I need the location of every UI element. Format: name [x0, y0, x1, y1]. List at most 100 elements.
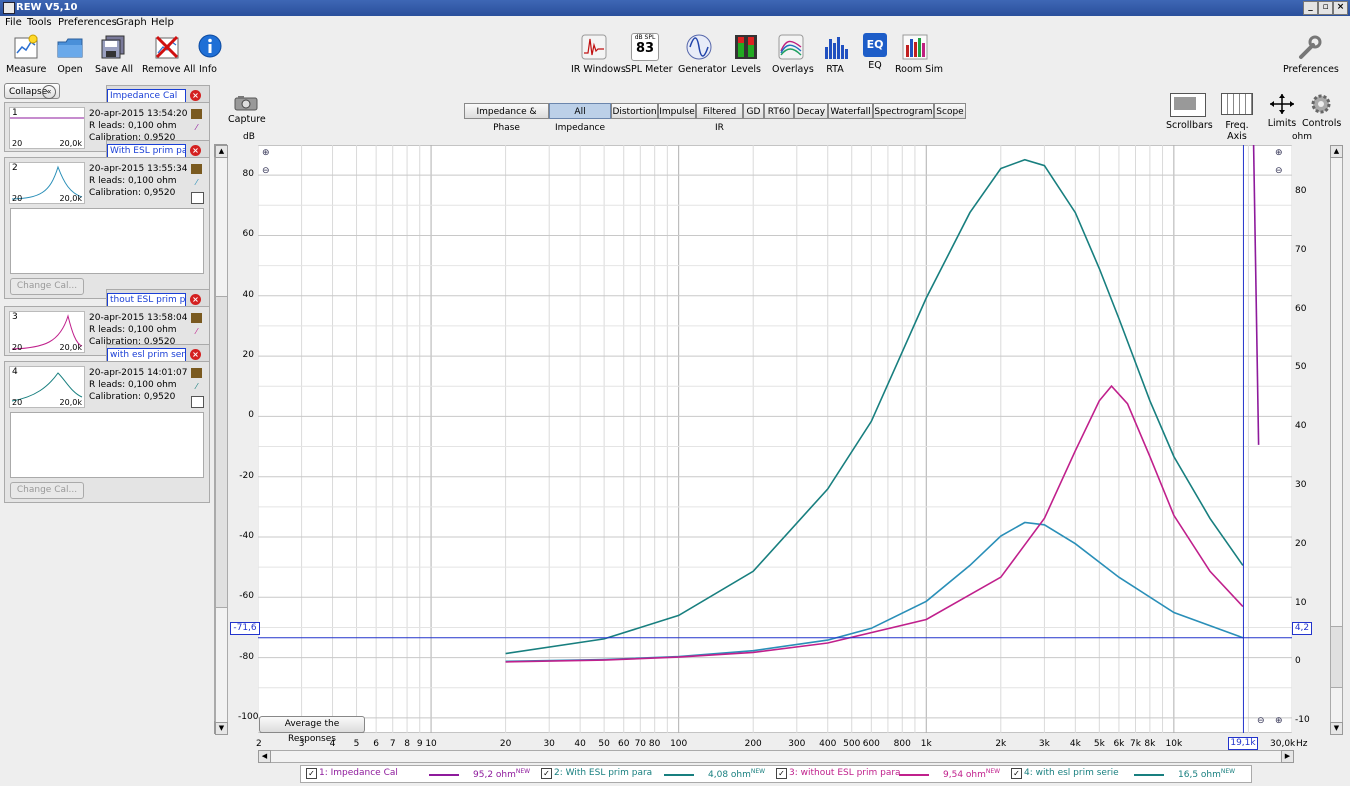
info-button[interactable]: Info [196, 33, 222, 75]
color-icon[interactable]: ⁄ [191, 123, 202, 133]
collapse-button[interactable]: Collapse « [4, 83, 60, 99]
y-tick-label: 20 [242, 350, 254, 361]
x-tick-label: 8k [1144, 739, 1156, 749]
controls-button[interactable]: Controls [1302, 93, 1341, 129]
delete-icon[interactable]: × [190, 90, 201, 101]
zoom-out-icon[interactable]: ⊖ [1257, 716, 1265, 726]
legend-checkbox-4[interactable]: ✓ [1011, 768, 1022, 779]
x-tick-label: 2 [256, 739, 262, 749]
rta-button[interactable]: RTA [822, 33, 848, 75]
legend-checkbox-3[interactable]: ✓ [776, 768, 787, 779]
tab-decay[interactable]: Decay [794, 103, 828, 119]
color-icon[interactable]: ⁄ [191, 382, 202, 392]
zoom-in-icon[interactable]: ⊕ [262, 148, 270, 158]
measurement-item[interactable]: 2 20 20,0k 20-apr-2015 13:55:34 R leads:… [4, 157, 210, 299]
scroll-right-arrow[interactable]: ▶ [1281, 750, 1294, 763]
close-button[interactable]: × [1333, 1, 1348, 15]
menu-file[interactable]: File [5, 17, 22, 28]
tab-rt60[interactable]: RT60 [764, 103, 794, 119]
measurement-item[interactable]: 4 20 20,0k 20-apr-2015 14:01:07 R leads:… [4, 361, 210, 503]
tab-scope[interactable]: Scope [934, 103, 966, 119]
zoom-out-icon[interactable]: ⊖ [1275, 166, 1283, 176]
tab-waterfall[interactable]: Waterfall [828, 103, 873, 119]
overlays-button[interactable]: Overlays [772, 33, 814, 75]
x-tick-label: 4k [1069, 739, 1081, 749]
scroll-left-arrow[interactable]: ◀ [258, 750, 271, 763]
edit-icon[interactable] [191, 368, 202, 378]
generator-button[interactable]: Generator [678, 33, 726, 75]
menu-preferences[interactable]: Preferences [58, 17, 117, 28]
minimize-button[interactable]: _ [1303, 1, 1318, 15]
menu-tools[interactable]: Tools [27, 17, 52, 28]
delete-icon[interactable]: × [190, 294, 201, 305]
levels-button[interactable]: Levels [730, 33, 762, 75]
y2-tick-label: 60 [1295, 303, 1307, 314]
zoom-out-icon[interactable]: ⊖ [262, 166, 270, 176]
tab-filtered-ir[interactable]: Filtered IR [696, 103, 743, 133]
change-cal-button[interactable]: Change Cal... [10, 278, 84, 295]
notes-textarea[interactable] [10, 412, 204, 478]
graph-right-scrollbar[interactable]: ▲ ▼ [1330, 145, 1343, 735]
open-button[interactable]: Open [52, 33, 88, 75]
legend-swatch [429, 774, 459, 776]
notes-icon[interactable] [191, 396, 204, 408]
chart-svg[interactable] [257, 144, 1293, 734]
generator-icon [685, 33, 713, 61]
tab-all-impedance[interactable]: All Impedance [549, 103, 611, 133]
preferences-button[interactable]: Preferences [1283, 33, 1339, 75]
zoom-in-icon[interactable]: ⊕ [1275, 148, 1283, 158]
controls-icon [1310, 93, 1332, 115]
tab-distortion[interactable]: Distortion [611, 103, 658, 119]
scrollbars-button[interactable]: Scrollbars [1166, 93, 1213, 131]
menu-help[interactable]: Help [151, 17, 174, 28]
tab-impedance-phase[interactable]: Impedance & Phase [464, 103, 549, 133]
scroll-thumb[interactable] [1331, 626, 1342, 688]
scroll-up-arrow[interactable]: ▲ [215, 145, 228, 158]
color-icon[interactable]: ⁄ [191, 178, 202, 188]
legend-checkbox-1[interactable]: ✓ [306, 768, 317, 779]
save-all-icon [100, 33, 128, 61]
tab-gd[interactable]: GD [743, 103, 764, 119]
tab-spectrogram[interactable]: Spectrogram [873, 103, 934, 119]
graph-horizontal-scrollbar[interactable]: ◀ ▶ [258, 750, 1294, 763]
y2-tick-label: 0 [1295, 656, 1301, 667]
graph-left-scrollbar[interactable]: ▲ ▼ [215, 145, 228, 735]
color-icon[interactable]: ⁄ [191, 327, 202, 337]
y2-tick-label: -10 [1295, 715, 1310, 726]
scroll-down-arrow[interactable]: ▼ [1330, 722, 1343, 735]
delete-icon[interactable]: × [190, 349, 201, 360]
maximize-button[interactable]: ▫ [1318, 1, 1333, 15]
freq-axis-button[interactable]: Freq. Axis [1215, 93, 1259, 142]
remove-all-button[interactable]: Remove All [142, 33, 195, 75]
average-responses-button[interactable]: Average the Responses [259, 716, 365, 744]
scroll-up-arrow[interactable]: ▲ [1330, 145, 1343, 158]
eq-button[interactable]: EQ EQ [862, 33, 888, 71]
ir-windows-button[interactable]: IR Windows [571, 33, 626, 75]
impedance-graph[interactable] [257, 144, 1293, 734]
x-tick-label: 10k [1165, 739, 1183, 749]
scroll-down-arrow[interactable]: ▼ [215, 722, 228, 735]
y-tick-label: -100 [238, 711, 259, 722]
tab-impulse[interactable]: Impulse [658, 103, 696, 119]
legend-checkbox-2[interactable]: ✓ [541, 768, 552, 779]
delete-icon[interactable]: × [190, 145, 201, 156]
edit-icon[interactable] [191, 313, 202, 323]
limits-button[interactable]: Limits [1264, 93, 1300, 129]
capture-button[interactable]: Capture [228, 95, 266, 125]
edit-icon[interactable] [191, 109, 202, 119]
spl-meter-button[interactable]: dB SPL 83 SPL Meter [625, 33, 673, 75]
menu-graph[interactable]: Graph [116, 17, 147, 28]
zoom-in-icon[interactable]: ⊕ [1275, 716, 1283, 726]
notes-icon[interactable] [191, 192, 204, 204]
x-tick-label: 500 [843, 739, 861, 749]
room-sim-button[interactable]: Room Sim [895, 33, 943, 75]
change-cal-button[interactable]: Change Cal... [10, 482, 84, 499]
notes-textarea[interactable] [10, 208, 204, 274]
measure-button[interactable]: Measure [6, 33, 46, 75]
scroll-thumb[interactable] [216, 296, 227, 608]
save-all-button[interactable]: Save All [94, 33, 134, 75]
y-tick-label: -40 [239, 531, 254, 541]
toolbar: Measure Open Save All Remove All Info IR… [0, 31, 1350, 83]
edit-icon[interactable] [191, 164, 202, 174]
info-icon [196, 33, 224, 61]
